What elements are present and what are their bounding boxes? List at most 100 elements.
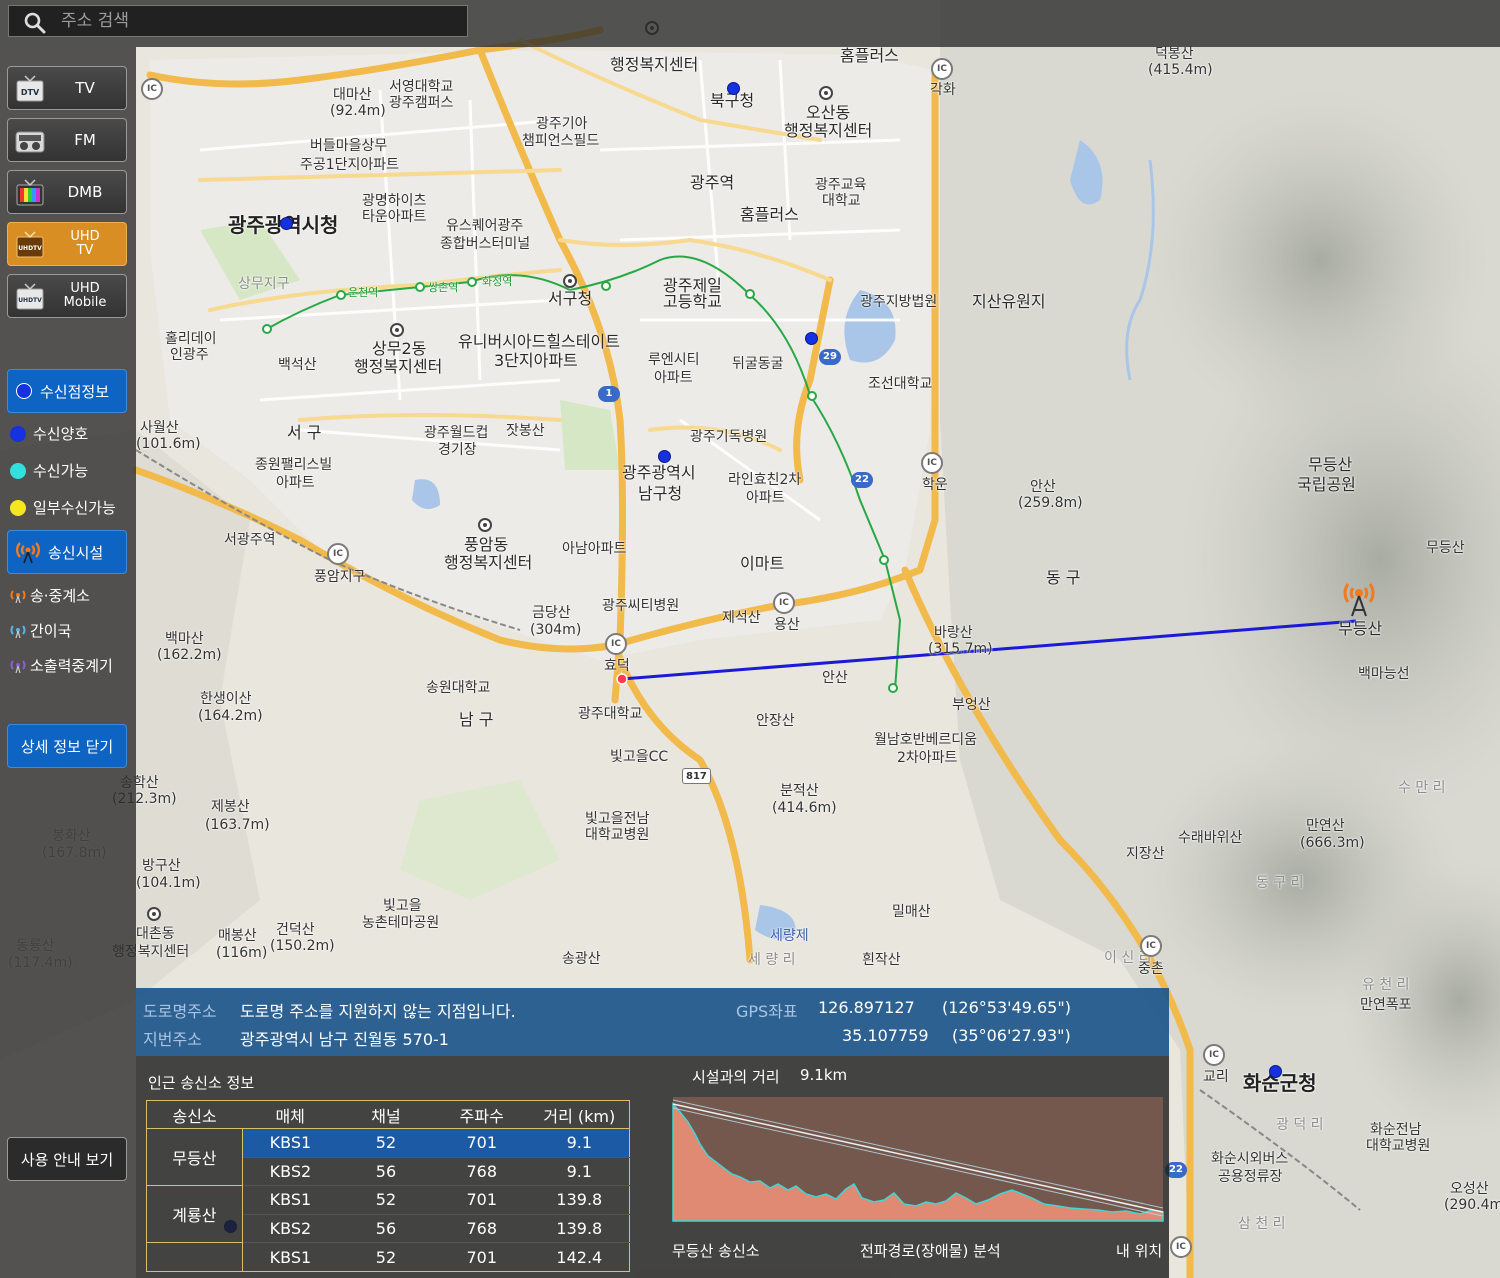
map-place-label: 화순시외버스	[1211, 1151, 1289, 1167]
map-place-label: (101.6m)	[136, 436, 201, 452]
table-row[interactable]: 무등산 KBS1 52 701 9.1	[146, 1128, 630, 1187]
search-icon[interactable]	[23, 11, 47, 35]
address-search-box[interactable]	[8, 5, 468, 37]
frequency-cell: 701	[433, 1185, 530, 1215]
map-place-label: (92.4m)	[330, 103, 386, 119]
map-place-label: 행정복지센터	[354, 357, 443, 376]
map-place-label: 금당산	[532, 605, 571, 621]
map-place-label: 고등학교	[663, 292, 722, 311]
map-place-label: 대학교병원	[585, 827, 650, 843]
route-number-badge: 29	[819, 349, 841, 365]
map-place-label: 제석산	[722, 610, 761, 626]
route-number-badge: 817	[682, 768, 711, 784]
map-place-label: 홀리데이	[165, 331, 217, 347]
legend-low-power-repeater: 소출력중계기	[10, 655, 113, 676]
interchange-icon: IC	[1170, 1236, 1192, 1258]
usage-guide-button[interactable]: 사용 안내 보기	[7, 1137, 127, 1181]
map-place-label: 유니버시아드힐스테이트	[458, 332, 620, 351]
map-place-label: (259.8m)	[1018, 495, 1083, 511]
map-place-label: 수래바위산	[1178, 830, 1243, 846]
distance-cell: 139.8	[529, 1185, 630, 1215]
map-place-label: 세량제	[770, 928, 809, 944]
reception-info-button[interactable]: 수신점정보	[7, 369, 127, 413]
map-place-label: 중촌	[1138, 961, 1164, 977]
media-cell: KBS1	[242, 1185, 339, 1215]
map-place-label: (164.2m)	[198, 708, 263, 724]
map-place-label: 경기장	[438, 442, 477, 458]
map-place-label: 안산	[1030, 479, 1056, 495]
media-uhd-tv-button[interactable]: UHDTV UHD TV	[7, 222, 127, 266]
map-place-label: 홈플러스	[740, 205, 799, 224]
map-place-label: 동 구 리	[1256, 875, 1304, 891]
map-place-label: 행정복지센터	[610, 55, 699, 74]
reception-point-marker[interactable]	[658, 450, 671, 463]
table-row[interactable]: KBS1 52 701 142.4	[146, 1242, 630, 1272]
map-place-label: 서영대학교	[389, 79, 454, 95]
reception-point-marker[interactable]	[1269, 1065, 1282, 1078]
frequency-cell: 701	[433, 1128, 530, 1158]
map-place-label: 안장산	[756, 713, 795, 729]
media-fm-label: FM	[74, 131, 96, 149]
map-place-label: (415.4m)	[1148, 62, 1213, 78]
map-place-label: 용산	[774, 617, 800, 633]
map-place-label: (116m)	[216, 945, 268, 961]
map-place-label: 백석산	[278, 357, 317, 373]
map-place-label: 세 량 리	[748, 952, 796, 968]
map-place-label: (162.2m)	[157, 647, 222, 663]
map-place-label: 버들마을상무	[310, 138, 388, 154]
map-place-label: 유스퀘어광주	[446, 218, 524, 234]
transmitter-facilities-button[interactable]: 송신시설	[7, 530, 127, 574]
map-place-label: 서 구	[287, 423, 322, 442]
transmitter-tower-icon[interactable]	[1338, 578, 1380, 618]
address-info-panel: 도로명주소 도로명 주소를 지원하지 않는 지점입니다. 지번주소 광주광역시 …	[136, 988, 1169, 1056]
route-number-badge: 1	[598, 386, 620, 402]
reception-point-marker[interactable]	[280, 217, 293, 230]
map-place-label: 광명하이츠	[362, 193, 427, 209]
media-tv-button[interactable]: DTV TV	[7, 66, 127, 110]
map-place-label: (315.7m)	[928, 641, 993, 657]
channel-cell: 52	[338, 1185, 434, 1215]
map-place-label: 무등산	[1338, 619, 1383, 638]
legend-good-reception: 수신양호	[10, 423, 88, 444]
table-row[interactable]: 계룡산 KBS1 52 701 139.8	[146, 1185, 630, 1244]
office-poi-icon	[819, 86, 833, 100]
legend-simple-station: 간이국	[10, 620, 71, 641]
map-place-label: (163.7m)	[205, 817, 270, 833]
frequency-cell: 701	[466, 1247, 498, 1267]
tower-icon	[15, 542, 41, 564]
media-cell: KBS1	[242, 1128, 339, 1158]
map-place-label: 홈플러스	[840, 46, 899, 65]
map-place-label: 라인효친2차	[728, 472, 802, 488]
map-place-label: 북구청	[710, 91, 755, 110]
media-fm-button[interactable]: FM	[7, 118, 127, 162]
dmb-tv-icon	[16, 179, 44, 206]
map-place-label: 분적산	[780, 783, 819, 799]
interchange-icon: IC	[1140, 935, 1162, 957]
map-place-label: 백마산	[165, 631, 204, 647]
map-place-label: 농촌테마공원	[362, 915, 440, 931]
map-place-label: 한생이산	[200, 691, 252, 707]
interchange-icon: IC	[773, 592, 795, 614]
map-place-label: 밀매산	[892, 904, 931, 920]
map-place-label: 상무지구	[238, 276, 290, 292]
map-place-label: 광주월드컵	[424, 425, 489, 441]
reception-point-marker[interactable]	[727, 82, 740, 95]
media-uhd-mobile-button[interactable]: UHDTV UHD Mobile	[7, 274, 127, 318]
map-place-label: (304m)	[530, 622, 582, 638]
media-dmb-button[interactable]: DMB	[7, 170, 127, 214]
top-bar	[0, 0, 1500, 47]
road-address-value: 도로명 주소를 지원하지 않는 지점입니다.	[240, 1002, 516, 1021]
reception-point-marker[interactable]	[805, 332, 818, 345]
map-place-label: (414.6m)	[772, 800, 837, 816]
road-address-label: 도로명주소	[143, 1002, 217, 1021]
simple-station-tower-icon	[10, 624, 26, 638]
low-power-repeater-icon	[10, 659, 26, 673]
map-place-label: 빛고을전남	[585, 811, 650, 827]
main-relay-tower-icon	[10, 589, 26, 603]
uhd-tv-icon: UHDTV	[16, 231, 44, 258]
map-place-label: 대마산	[333, 87, 372, 103]
map-place-label: 아남아파트	[562, 541, 627, 557]
media-uhd-tv-label: UHD TV	[70, 229, 100, 258]
search-input[interactable]	[61, 8, 461, 34]
close-detail-button[interactable]: 상세 정보 닫기	[7, 724, 127, 768]
